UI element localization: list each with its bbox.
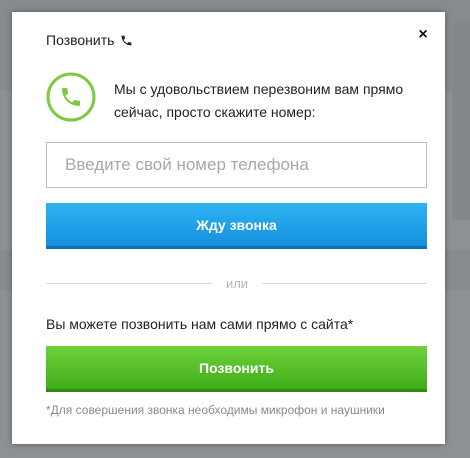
modal-title: Позвонить [46, 32, 115, 48]
phone-number-input[interactable] [46, 142, 427, 188]
divider-line-right [262, 283, 427, 284]
close-button[interactable]: × [416, 27, 430, 43]
call-icon [46, 72, 96, 122]
phone-icon [122, 35, 132, 45]
self-call-text: Вы можете позвонить нам сами прямо с сай… [46, 316, 354, 332]
request-callback-button[interactable]: Жду звонка [46, 203, 427, 249]
divider-or-text: или [225, 276, 249, 291]
callback-modal: Позвонить × Мы с удовольствием перезвони… [12, 12, 445, 444]
modal-header: Позвонить [46, 30, 133, 50]
intro-text: Мы с удовольствием перезвоним вам прямо … [114, 81, 404, 120]
divider-line-left [46, 283, 212, 284]
call-button[interactable]: Позвонить [46, 346, 427, 392]
footnote-text: *Для совершения звонка необходимы микроф… [46, 403, 385, 417]
